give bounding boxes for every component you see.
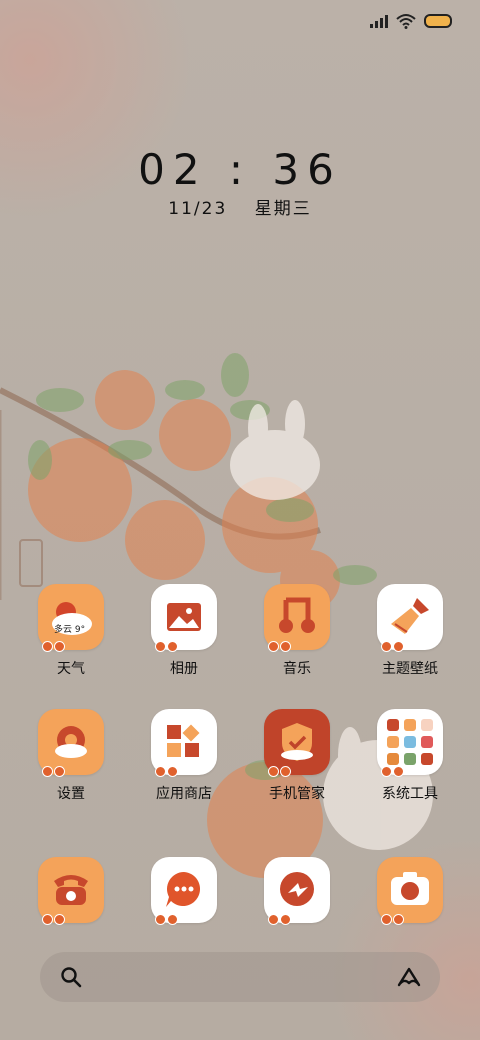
gear-icon xyxy=(38,709,104,777)
app-label: 相册 xyxy=(170,661,198,677)
app-store-icon xyxy=(151,709,217,777)
app-label: 主题壁纸 xyxy=(382,661,438,677)
shield-icon xyxy=(264,709,330,777)
message-icon xyxy=(151,857,217,925)
status-bar xyxy=(370,10,452,32)
app-label: 系统工具 xyxy=(382,786,438,802)
dock-phone[interactable] xyxy=(16,857,126,925)
app-label: 天气 xyxy=(57,661,85,677)
lock-clock-widget[interactable]: 02 : 36 11/23 星期三 xyxy=(0,145,480,220)
weather-icon-text: 多云 9° xyxy=(54,625,86,635)
assistant-icon[interactable] xyxy=(396,966,422,988)
weekday-text: 星期三 xyxy=(254,199,312,219)
date-text: 11/23 xyxy=(168,199,228,219)
app-store[interactable]: 应用商店 xyxy=(129,709,239,803)
clock-time: 02 : 36 xyxy=(138,145,342,194)
camera-icon xyxy=(377,857,443,925)
browser-icon xyxy=(264,857,330,925)
app-tools-folder[interactable]: 系统工具 xyxy=(355,709,465,803)
app-label: 手机管家 xyxy=(269,786,325,802)
battery-icon xyxy=(424,14,452,28)
app-label: 设置 xyxy=(57,786,85,802)
dock-camera[interactable] xyxy=(355,857,465,925)
wifi-icon xyxy=(396,14,416,29)
gallery-icon xyxy=(151,584,217,652)
dock-messages[interactable] xyxy=(129,857,239,925)
clock-date: 11/23 星期三 xyxy=(0,194,480,219)
tools-folder-icon xyxy=(377,709,443,777)
search-bar[interactable] xyxy=(40,952,440,1002)
phone-icon xyxy=(38,857,104,925)
app-settings[interactable]: 设置 xyxy=(16,709,126,803)
signal-icon xyxy=(370,14,388,28)
search-icon[interactable] xyxy=(60,966,82,988)
app-security[interactable]: 手机管家 xyxy=(242,709,352,803)
weather-icon: 多云 9° xyxy=(38,584,104,652)
app-music[interactable]: 音乐 xyxy=(242,584,352,678)
app-weather[interactable]: 多云 9° 天气 xyxy=(16,584,126,678)
music-icon xyxy=(264,584,330,652)
paintbrush-icon xyxy=(377,584,443,652)
app-label: 应用商店 xyxy=(156,786,212,802)
app-gallery[interactable]: 相册 xyxy=(129,584,239,678)
app-label: 音乐 xyxy=(283,661,311,677)
app-themes[interactable]: 主题壁纸 xyxy=(355,584,465,678)
dock-browser[interactable] xyxy=(242,857,352,925)
